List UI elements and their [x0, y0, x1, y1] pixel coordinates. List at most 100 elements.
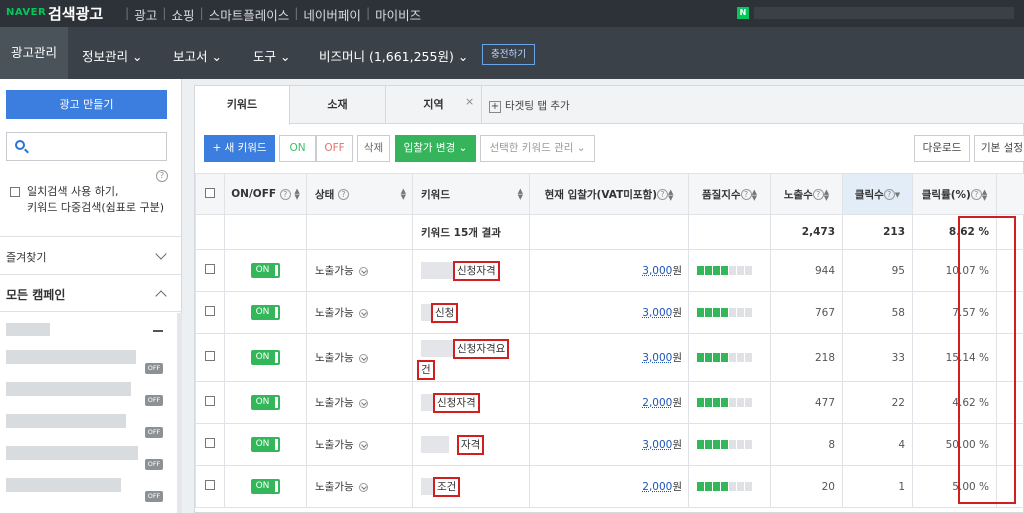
- help-icon[interactable]: ?: [740, 189, 752, 200]
- sort-desc-icon[interactable]: ▼: [895, 191, 900, 198]
- campaign-item[interactable]: OFF: [0, 347, 176, 374]
- naver-logo[interactable]: NAVER: [6, 7, 46, 18]
- new-keyword-button[interactable]: + 새 키워드: [204, 135, 275, 162]
- exact-search-checkbox[interactable]: [10, 187, 20, 197]
- chevron-up-icon[interactable]: [155, 290, 167, 302]
- sort-icon[interactable]: ▲ ▼: [401, 188, 406, 201]
- sort-icon[interactable]: ▲ ▼: [824, 188, 829, 201]
- table-row[interactable]: ON 노출가능 신청자격요 건 3,000원 218 33 15.14 %: [195, 333, 1024, 382]
- close-icon[interactable]: ×: [465, 95, 474, 108]
- help-icon[interactable]: ?: [657, 189, 669, 200]
- service-title[interactable]: 검색광고: [48, 3, 103, 24]
- chevron-down-circle-icon[interactable]: [358, 440, 368, 450]
- help-icon[interactable]: ?: [970, 189, 982, 200]
- charge-button[interactable]: 충전하기: [482, 44, 535, 65]
- sort-icon[interactable]: ▲ ▼: [518, 188, 523, 201]
- nav-reports[interactable]: 보고서 ⌄: [173, 46, 222, 65]
- col-impressions[interactable]: 노출수? ▲ ▼: [770, 173, 843, 215]
- download-button[interactable]: 다운로드: [914, 135, 970, 162]
- all-campaigns-header[interactable]: 모든 캠페인: [6, 286, 65, 303]
- campaign-off-badge[interactable]: OFF: [145, 363, 163, 374]
- chevron-down-circle-icon[interactable]: [358, 353, 368, 363]
- campaign-search-input[interactable]: [6, 132, 167, 161]
- keyword-text[interactable]: 조건: [433, 477, 461, 497]
- delete-button[interactable]: 삭제: [357, 135, 390, 162]
- user-account-blurred[interactable]: [754, 7, 1014, 19]
- campaign-item[interactable]: [0, 319, 176, 341]
- nav-tools[interactable]: 도구 ⌄: [253, 46, 290, 65]
- help-icon[interactable]: ?: [883, 189, 895, 200]
- campaign-off-badge[interactable]: OFF: [145, 395, 163, 406]
- top-link-naverpay[interactable]: 네이버페이: [303, 5, 361, 24]
- on-toggle[interactable]: ON: [251, 437, 280, 452]
- table-row[interactable]: ON 노출가능 신청자격 2,000원 477 22 4.62 %: [195, 381, 1024, 424]
- chevron-down-circle-icon[interactable]: [358, 482, 368, 492]
- table-row[interactable]: ON 노출가능 신청자격 3,000원 944 95 10.07 %: [195, 249, 1024, 292]
- row-checkbox[interactable]: [205, 306, 215, 316]
- keyword-text[interactable]: 자격: [457, 435, 485, 455]
- nav-info-management[interactable]: 정보관리 ⌄: [82, 46, 142, 65]
- on-toggle[interactable]: ON: [251, 479, 280, 494]
- top-link-mybiz[interactable]: 마이비즈: [375, 5, 421, 24]
- top-link-ads[interactable]: 광고: [134, 5, 157, 24]
- create-ad-button[interactable]: 광고 만들기: [6, 90, 167, 119]
- table-row[interactable]: ON 노출가능 신청 3,000원 767 58 7.57 %: [195, 291, 1024, 334]
- table-row[interactable]: ON 노출가능 조건 2,000원 20 1 5.00 %: [195, 465, 1024, 508]
- col-ctr[interactable]: 클릭률(%)? ▲ ▼: [912, 173, 997, 215]
- sort-icon[interactable]: ▲ ▼: [668, 188, 673, 201]
- keyword-text-continued[interactable]: 건: [417, 360, 435, 380]
- on-toggle[interactable]: ON: [251, 395, 280, 410]
- col-quality[interactable]: 품질지수? ▲ ▼: [688, 173, 771, 215]
- campaign-off-badge[interactable]: OFF: [145, 427, 163, 438]
- row-checkbox[interactable]: [205, 396, 215, 406]
- chevron-down-circle-icon[interactable]: [358, 266, 368, 276]
- nav-bizmoney[interactable]: 비즈머니 (1,661,255원) ⌄: [319, 46, 468, 65]
- select-all-checkbox[interactable]: [205, 187, 215, 198]
- tab-keyword[interactable]: 키워드: [195, 86, 290, 125]
- naver-n-icon[interactable]: N: [737, 7, 749, 19]
- favorites-header[interactable]: 즐겨찾기: [6, 249, 46, 265]
- manage-selected-keywords-button[interactable]: 선택한 키워드 관리 ⌄: [480, 135, 595, 162]
- col-keyword[interactable]: 키워드 ▲ ▼: [412, 173, 530, 215]
- col-onoff[interactable]: ON/OFF ? ▲ ▼: [224, 173, 307, 215]
- row-checkbox[interactable]: [205, 480, 215, 490]
- row-checkbox[interactable]: [205, 351, 215, 361]
- bid-amount-link[interactable]: 3,000: [642, 439, 672, 451]
- bid-change-button[interactable]: 입찰가 변경 ⌄: [395, 135, 476, 162]
- bid-amount-link[interactable]: 2,000: [642, 397, 672, 409]
- minus-icon[interactable]: [153, 330, 163, 332]
- bid-amount-link[interactable]: 3,000: [642, 265, 672, 277]
- row-checkbox[interactable]: [205, 264, 215, 274]
- keyword-text[interactable]: 신청: [431, 303, 459, 323]
- campaign-item[interactable]: OFF: [0, 379, 176, 406]
- keyword-text[interactable]: 신청자격: [453, 261, 500, 281]
- sort-icon[interactable]: ▲ ▼: [294, 188, 299, 201]
- campaign-item[interactable]: OFF: [0, 475, 176, 502]
- campaign-item[interactable]: OFF: [0, 443, 176, 470]
- col-status[interactable]: 상태 ? ▲ ▼: [306, 173, 413, 215]
- bid-amount-link[interactable]: 2,000: [642, 481, 672, 493]
- campaign-off-badge[interactable]: OFF: [145, 491, 163, 502]
- off-button[interactable]: OFF: [316, 135, 353, 162]
- bid-amount-link[interactable]: 3,000: [642, 307, 672, 319]
- col-clicks[interactable]: 클릭수? ▼: [842, 173, 913, 215]
- chevron-down-icon[interactable]: [155, 248, 167, 260]
- campaign-off-badge[interactable]: OFF: [145, 459, 163, 470]
- add-targeting-tab-button[interactable]: + 타겟팅 탭 추가: [489, 98, 570, 113]
- keyword-text[interactable]: 신청자격요: [453, 339, 510, 359]
- on-button[interactable]: ON: [279, 135, 316, 162]
- keyword-text[interactable]: 신청자격: [433, 393, 480, 413]
- default-settings-button[interactable]: 기본 설정: [974, 135, 1024, 162]
- table-row[interactable]: ON 노출가능 자격 3,000원 8 4 50.00 %: [195, 423, 1024, 466]
- on-toggle[interactable]: ON: [251, 305, 280, 320]
- sort-icon[interactable]: ▲ ▼: [752, 188, 757, 201]
- help-icon[interactable]: ?: [337, 189, 349, 200]
- help-icon[interactable]: ?: [156, 170, 168, 182]
- nav-ad-management[interactable]: 광고관리: [0, 27, 68, 79]
- tab-creative[interactable]: 소재: [290, 86, 386, 124]
- campaign-item[interactable]: OFF: [0, 411, 176, 438]
- on-toggle[interactable]: ON: [251, 263, 280, 278]
- top-link-shopping[interactable]: 쇼핑: [171, 5, 194, 24]
- bid-amount-link[interactable]: 3,000: [642, 352, 672, 364]
- help-icon[interactable]: ?: [279, 188, 291, 200]
